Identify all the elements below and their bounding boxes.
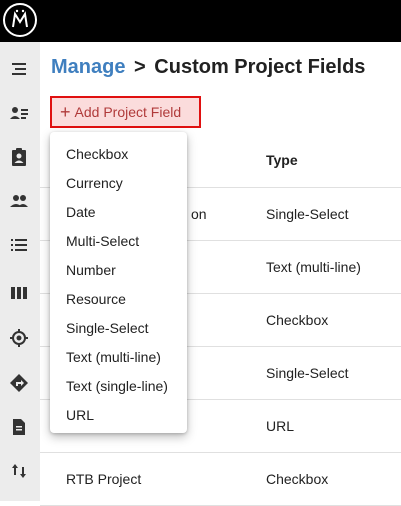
sidebar bbox=[0, 42, 40, 501]
table-cell-type: Single-Select bbox=[266, 365, 349, 381]
table-cell-type: Single-Select bbox=[266, 206, 349, 222]
add-project-field-button[interactable]: + Add Project Field bbox=[50, 96, 201, 128]
menu-item-resource[interactable]: Resource bbox=[50, 285, 187, 314]
table-cell-name[interactable]: RTB Project bbox=[66, 471, 141, 487]
contacts-list-icon[interactable] bbox=[8, 102, 30, 124]
add-project-field-label: Add Project Field bbox=[74, 104, 182, 120]
menu-item-text-multi-line[interactable]: Text (multi-line) bbox=[50, 343, 187, 372]
row-divider bbox=[40, 452, 401, 453]
breadcrumb-manage-link[interactable]: Manage bbox=[51, 56, 125, 78]
top-bar bbox=[0, 0, 401, 42]
menu-collapse-icon[interactable] bbox=[8, 58, 30, 80]
menu-item-text-single-line[interactable]: Text (single-line) bbox=[50, 372, 187, 401]
document-icon[interactable] bbox=[8, 416, 30, 438]
field-type-dropdown-menu: Checkbox Currency Date Multi-Select Numb… bbox=[50, 132, 187, 433]
menu-item-checkbox[interactable]: Checkbox bbox=[50, 140, 187, 169]
sort-arrows-icon[interactable] bbox=[8, 460, 30, 482]
plus-icon: + bbox=[60, 102, 71, 122]
menu-item-currency[interactable]: Currency bbox=[50, 169, 187, 198]
menu-item-single-select[interactable]: Single-Select bbox=[50, 314, 187, 343]
table-cell-type: Checkbox bbox=[266, 312, 329, 328]
maven-logo-icon[interactable] bbox=[3, 3, 37, 37]
menu-item-number[interactable]: Number bbox=[50, 256, 187, 285]
page-title: Custom Project Fields bbox=[154, 56, 366, 78]
clipboard-account-icon[interactable] bbox=[8, 146, 30, 168]
table-cell-type: Text (multi-line) bbox=[266, 259, 361, 275]
table-cell-type: URL bbox=[266, 418, 295, 434]
menu-item-date[interactable]: Date bbox=[50, 198, 187, 227]
menu-item-url[interactable]: URL bbox=[50, 401, 187, 430]
menu-item-multi-select[interactable]: Multi-Select bbox=[50, 227, 187, 256]
type-column-header[interactable]: Type bbox=[266, 152, 298, 168]
crosshair-icon[interactable] bbox=[8, 327, 30, 349]
breadcrumb: Manage > Custom Project Fields bbox=[51, 56, 365, 79]
columns-icon[interactable] bbox=[8, 282, 30, 304]
breadcrumb-separator: > bbox=[134, 56, 146, 78]
directions-icon[interactable] bbox=[8, 372, 30, 394]
main-content: Manage > Custom Project Fields + Add Pro… bbox=[40, 42, 401, 506]
table-cell-name[interactable]: on bbox=[191, 206, 207, 222]
table-cell-type: Checkbox bbox=[266, 471, 329, 487]
people-icon[interactable] bbox=[8, 190, 30, 212]
list-icon[interactable] bbox=[8, 234, 30, 256]
